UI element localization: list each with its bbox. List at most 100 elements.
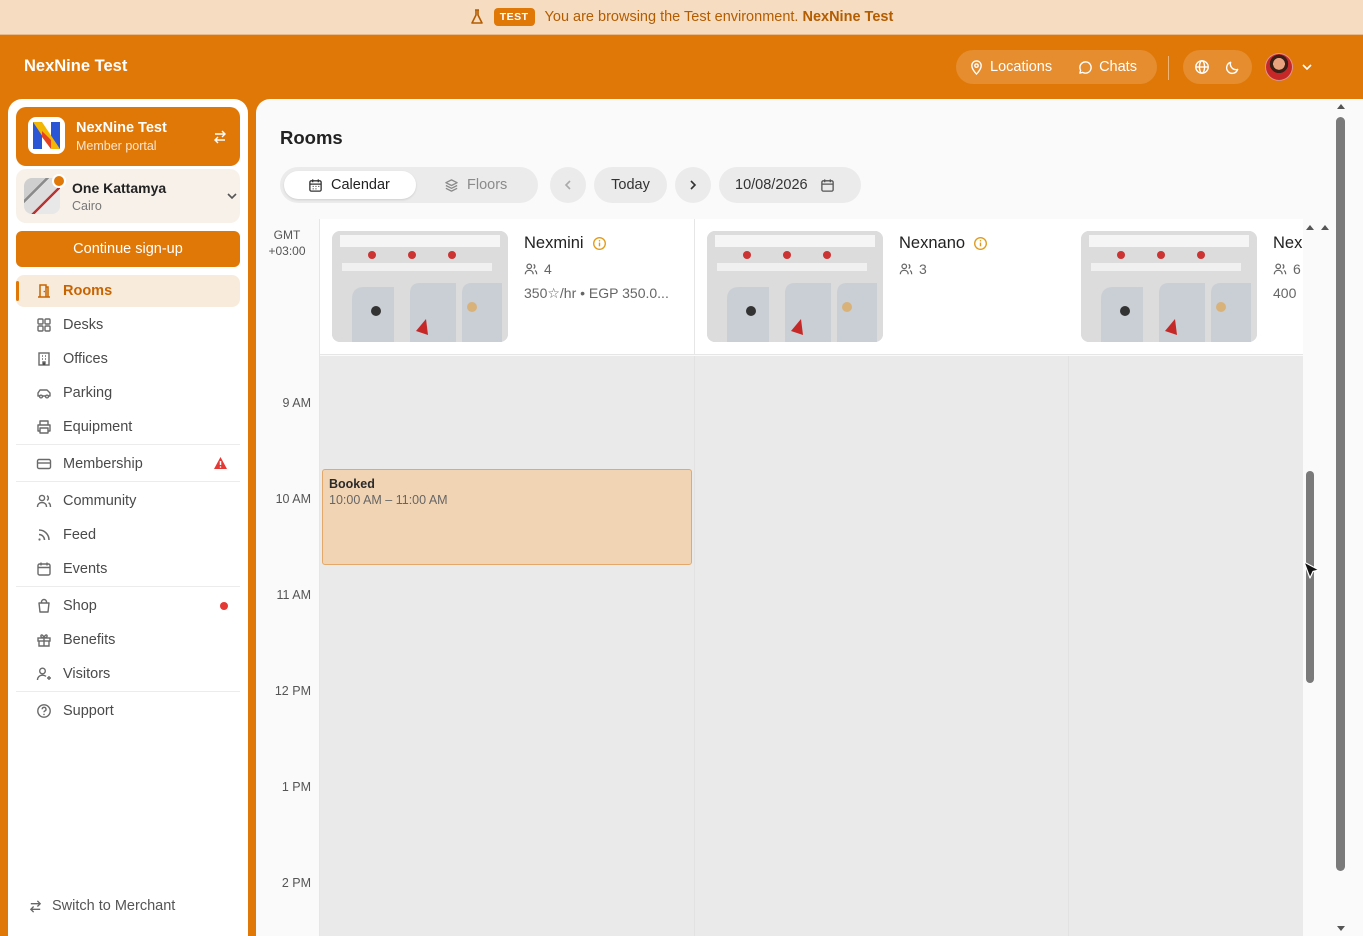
sidebar-item-feed[interactable]: Feed (16, 519, 240, 551)
org-subtitle: Member portal (76, 139, 157, 153)
switch-arrows-icon[interactable] (212, 129, 228, 145)
sidebar-item-benefits[interactable]: Benefits (16, 624, 240, 656)
users-icon (1273, 263, 1287, 275)
gift-icon (37, 634, 51, 647)
org-card[interactable]: NexNine Test Member portal (16, 107, 240, 166)
chevron-left-icon (564, 180, 571, 190)
shopping-bag-icon (38, 598, 50, 613)
users-icon (899, 263, 913, 275)
room-name: Nex (1273, 234, 1303, 252)
visitors-icon (36, 667, 51, 681)
time-slot-grid[interactable] (320, 356, 1303, 936)
location-badge (52, 174, 66, 188)
location-selector[interactable]: One Kattamya Cairo (16, 169, 240, 223)
booking-block[interactable]: Booked 10:00 AM – 11:00 AM (322, 469, 692, 565)
sidebar-item-label: Parking (63, 385, 113, 401)
warning-icon (214, 457, 227, 469)
divider (1168, 56, 1169, 80)
continue-signup-button[interactable]: Continue sign-up (16, 231, 240, 267)
page-scrollbar[interactable] (1336, 117, 1345, 871)
layers-icon (445, 178, 458, 192)
sidebar-item-label: Shop (63, 598, 97, 614)
tools-group (1183, 50, 1252, 84)
scroll-down-arrow[interactable] (1337, 926, 1345, 931)
room-photo (707, 231, 883, 342)
chats-button[interactable]: Chats (1065, 50, 1150, 84)
booking-time: 10:00 AM – 11:00 AM (329, 493, 448, 507)
date-value: 10/08/2026 (735, 177, 808, 193)
test-environment-banner: TEST You are browsing the Test environme… (0, 0, 1363, 35)
hour-label: 2 PM (281, 876, 311, 890)
switch-merchant-label: Switch to Merchant (52, 898, 176, 914)
users-icon (36, 494, 52, 508)
sidebar-item-shop[interactable]: Shop (16, 590, 240, 622)
room-name: Nexmini (524, 234, 607, 253)
tab-calendar[interactable]: Calendar (284, 171, 416, 199)
scroll-up-arrow[interactable] (1337, 104, 1345, 109)
room-column-header[interactable]: Nex 6 400 (1069, 219, 1303, 355)
scroll-up-arrow[interactable] (1306, 225, 1314, 230)
sidebar-item-parking[interactable]: Parking (16, 377, 240, 409)
scroll-up-arrow[interactable] (1321, 225, 1329, 230)
switch-arrows-icon (29, 899, 42, 913)
previous-day-button[interactable] (550, 167, 586, 203)
notification-dot (220, 602, 228, 610)
language-button[interactable] (1187, 52, 1217, 82)
printer-icon (37, 420, 51, 434)
chevron-right-icon (690, 180, 697, 190)
sidebar-item-visitors[interactable]: Visitors (16, 658, 240, 690)
room-column-header[interactable]: Nexnano 3 (695, 219, 1070, 355)
banner-env-name: NexNine Test (802, 9, 894, 25)
booking-title: Booked (329, 477, 375, 491)
brand-name[interactable]: NexNine Test (24, 57, 127, 76)
chevron-down-icon[interactable] (1301, 61, 1313, 73)
divider (694, 356, 695, 936)
switch-to-merchant-button[interactable]: Switch to Merchant (28, 898, 175, 914)
divider (16, 444, 240, 445)
room-price: 400 (1273, 285, 1297, 301)
test-badge: TEST (493, 8, 535, 26)
divider (16, 481, 240, 482)
sidebar-item-membership[interactable]: Membership (16, 448, 240, 480)
sidebar-item-offices[interactable]: Offices (16, 343, 240, 375)
sidebar-item-desks[interactable]: Desks (16, 309, 240, 341)
today-button[interactable]: Today (594, 167, 667, 203)
user-avatar[interactable] (1265, 53, 1293, 81)
sidebar-item-label: Desks (63, 317, 104, 333)
calendar-icon (309, 178, 322, 192)
rooms-icon (38, 284, 50, 298)
date-picker[interactable]: 10/08/2026 (719, 167, 861, 203)
sidebar-item-support[interactable]: Support (16, 695, 240, 727)
banner-message: You are browsing the Test environment. N… (544, 9, 894, 25)
tab-label: Calendar (331, 177, 390, 193)
car-icon (37, 389, 51, 399)
location-name: One Kattamya (72, 180, 167, 196)
hour-label: 1 PM (281, 780, 311, 794)
sidebar-item-label: Offices (63, 351, 108, 367)
sidebar-item-equipment[interactable]: Equipment (16, 411, 240, 443)
theme-toggle-button[interactable] (1218, 52, 1248, 82)
info-icon[interactable] (592, 236, 607, 251)
next-day-button[interactable] (675, 167, 711, 203)
divider (16, 586, 240, 587)
flask-icon (470, 9, 483, 24)
sidebar-item-label: Feed (63, 527, 97, 543)
sidebar-item-label: Benefits (63, 632, 116, 648)
sidebar-item-events[interactable]: Events (16, 553, 240, 585)
tab-floors[interactable]: Floors (430, 171, 521, 199)
room-capacity: 6 (1273, 261, 1301, 277)
info-icon[interactable] (973, 236, 988, 251)
help-circle-icon (37, 704, 51, 718)
calendar-grid: GMT +03:00 Nexmini 4 350☆/hr • EGP 350.0… (256, 219, 1303, 936)
calendar-icon (37, 562, 51, 576)
top-nav-group: Locations Chats (956, 50, 1157, 84)
calendar-icon (820, 178, 834, 192)
desks-icon (37, 318, 51, 332)
chats-label: Chats (1099, 59, 1137, 75)
sidebar-item-rooms[interactable]: Rooms (16, 275, 240, 307)
sidebar-item-community[interactable]: Community (16, 485, 240, 517)
locations-button[interactable]: Locations (956, 50, 1065, 84)
top-bar: NexNine Test Locations Chats (0, 35, 1363, 99)
view-toggle: Calendar Floors (280, 167, 538, 203)
room-column-header[interactable]: Nexmini 4 350☆/hr • EGP 350.0... (320, 219, 695, 355)
